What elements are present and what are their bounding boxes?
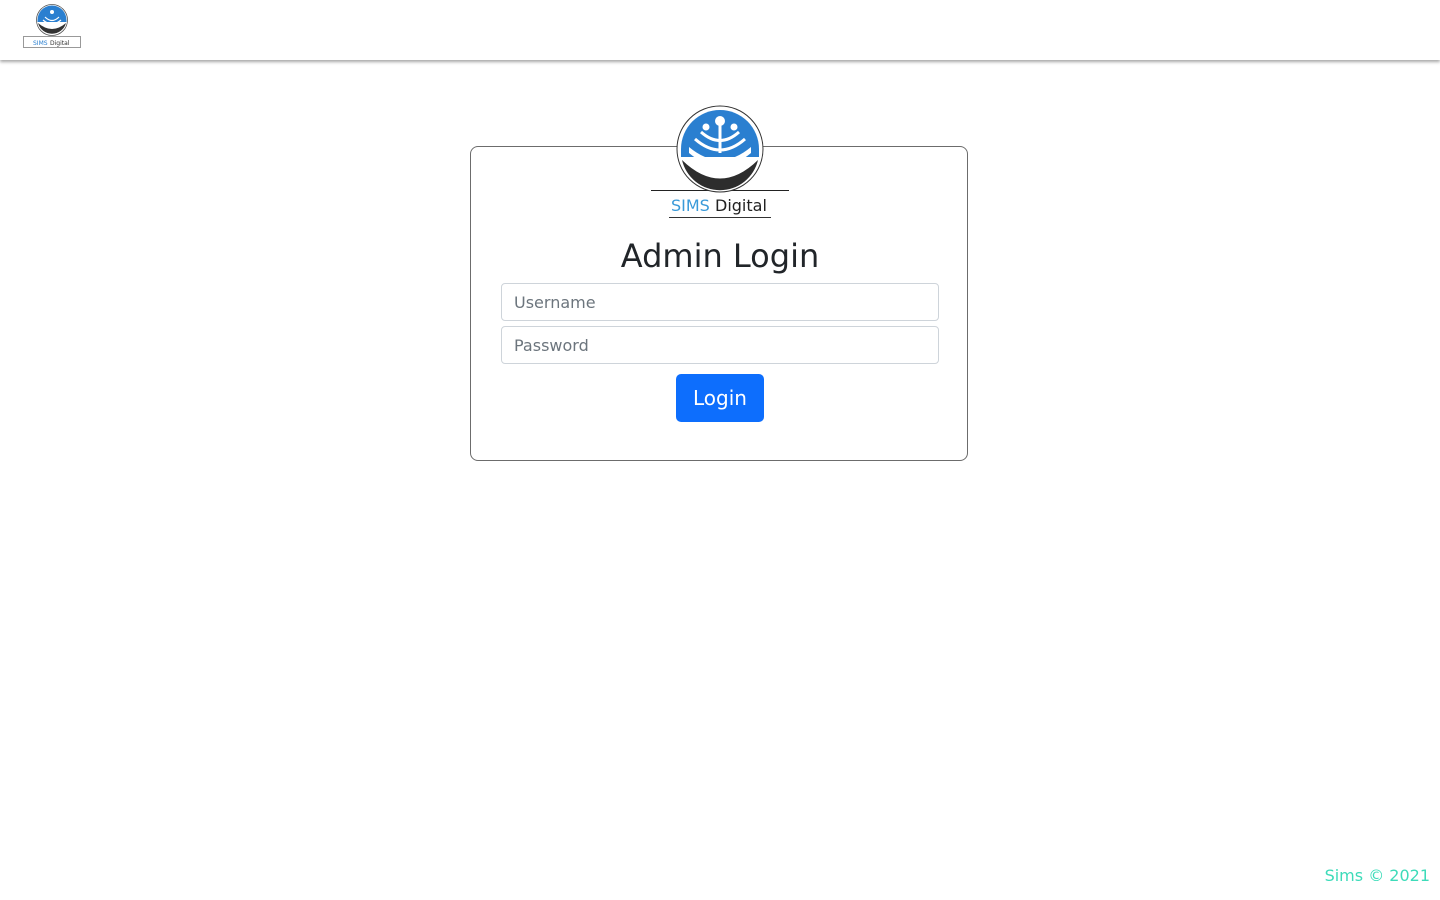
logo-text-digital: Digital bbox=[715, 196, 767, 215]
logo-text-sims: SIMS bbox=[671, 196, 710, 215]
sims-logo-icon[interactable]: SIMS Digital bbox=[23, 4, 81, 48]
footer-copyright: Sims © 2021 bbox=[1324, 866, 1430, 885]
login-button[interactable]: Login bbox=[676, 374, 764, 422]
top-navbar: SIMS Digital bbox=[0, 0, 1440, 60]
password-input[interactable] bbox=[501, 326, 939, 364]
svg-text:Digital: Digital bbox=[50, 40, 70, 47]
page-title: Admin Login bbox=[620, 237, 820, 275]
svg-text:SIMS: SIMS bbox=[33, 40, 48, 47]
username-input[interactable] bbox=[501, 283, 939, 321]
sims-digital-logo-icon: SIMS Digital bbox=[651, 105, 789, 218]
